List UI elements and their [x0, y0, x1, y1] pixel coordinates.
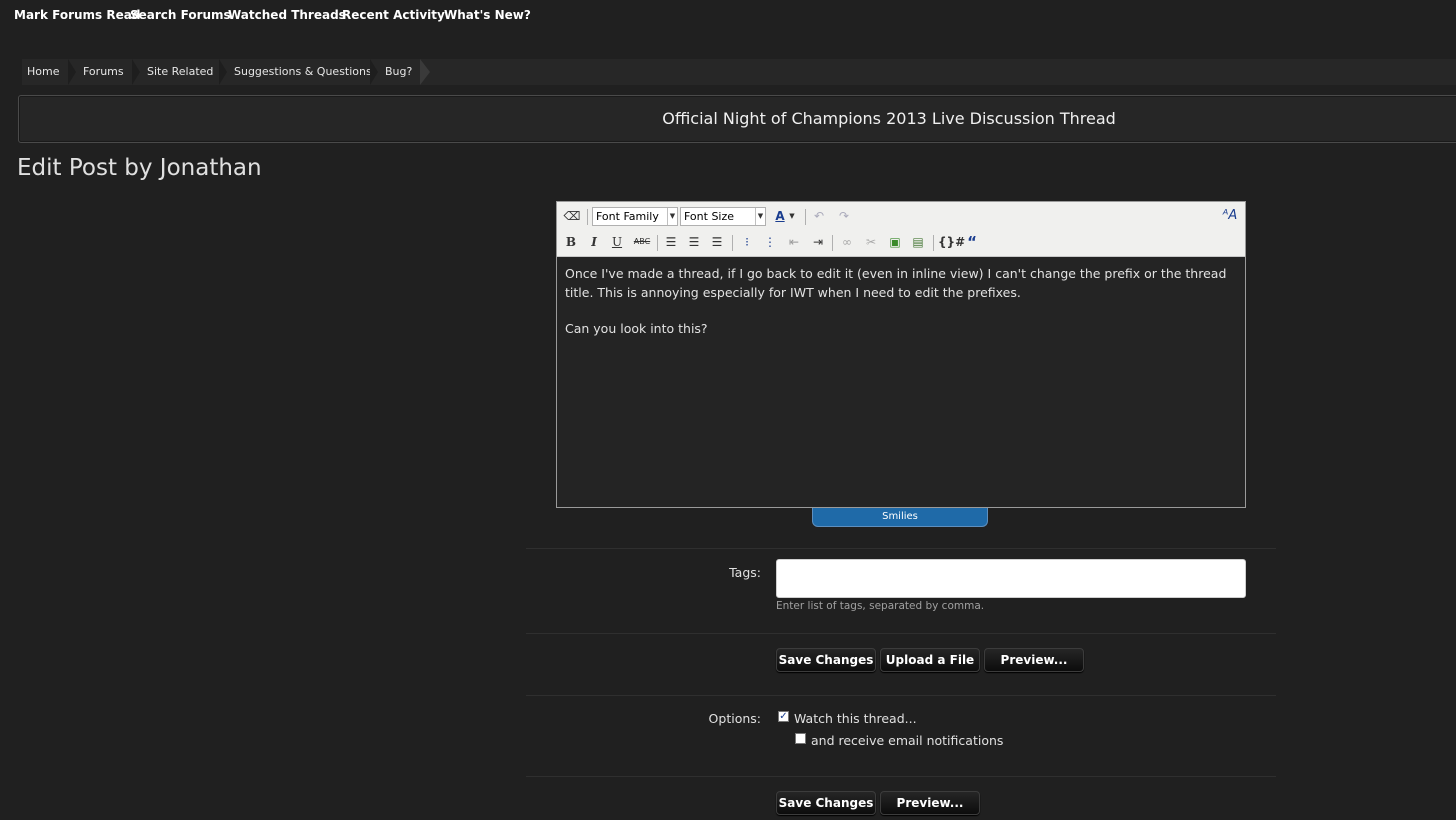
editor-toolbar: ⌫ Font Family ▼ Font Size ▼ A ▼ ↶ ↷ ᴬA B… — [557, 202, 1245, 257]
code-icon[interactable]: {}# — [938, 233, 965, 251]
chevron-down-icon: ▼ — [755, 208, 765, 225]
breadcrumb-forums[interactable]: Forums — [83, 65, 124, 78]
tags-label: Tags: — [729, 565, 761, 580]
align-right-icon[interactable]: ☰ — [708, 233, 726, 251]
font-size-label: Font Size — [684, 210, 735, 223]
thread-banner: Official Night of Champions 2013 Live Di… — [18, 95, 1456, 143]
section-divider — [526, 633, 1276, 634]
upload-file-button[interactable]: Upload a File — [880, 648, 980, 672]
toolbar-separator — [732, 235, 733, 251]
unlink-icon[interactable]: ✂ — [862, 233, 880, 251]
section-divider — [526, 695, 1276, 696]
section-divider — [526, 776, 1276, 777]
post-editor: ⌫ Font Family ▼ Font Size ▼ A ▼ ↶ ↷ ᴬA B… — [556, 201, 1246, 508]
toolbar-separator — [657, 235, 658, 251]
email-notifications-checkbox[interactable] — [795, 733, 806, 744]
breadcrumb-separator — [370, 59, 378, 85]
mark-forums-read-link[interactable]: Mark Forums Read — [14, 8, 140, 22]
switch-editor-mode-icon[interactable]: ᴬA — [1221, 207, 1239, 225]
numbered-list-icon[interactable]: ⋮ — [761, 233, 779, 251]
preview-button-bottom[interactable]: Preview... — [880, 791, 980, 815]
font-family-select[interactable]: Font Family ▼ — [592, 207, 678, 226]
insert-image-icon[interactable]: ▣ — [886, 233, 904, 251]
watch-thread-label: Watch this thread... — [794, 711, 917, 726]
smilies-tab[interactable]: Smilies — [812, 508, 988, 527]
toolbar-separator — [832, 235, 833, 251]
watch-thread-checkbox[interactable]: ✓ — [778, 711, 789, 722]
font-family-label: Font Family — [596, 210, 659, 223]
indent-icon[interactable]: ⇥ — [809, 233, 827, 251]
editor-paragraph: Can you look into this? — [565, 321, 708, 336]
thread-title[interactable]: Official Night of Champions 2013 Live Di… — [19, 109, 1456, 128]
redo-icon[interactable]: ↷ — [835, 207, 853, 225]
text-color-dropdown-icon[interactable]: ▼ — [787, 207, 797, 225]
page-title: Edit Post by Jonathan — [17, 155, 262, 181]
toolbar-separator — [933, 235, 934, 251]
font-size-select[interactable]: Font Size ▼ — [680, 207, 766, 226]
italic-icon[interactable]: I — [585, 233, 603, 251]
breadcrumb-separator — [68, 59, 76, 85]
breadcrumb-bug[interactable]: Bug? — [385, 65, 412, 78]
remove-format-icon[interactable]: ⌫ — [563, 207, 581, 225]
bold-icon[interactable]: B — [562, 233, 580, 251]
toolbar-separator — [805, 209, 806, 225]
breadcrumb-end-arrow — [420, 59, 430, 85]
top-navigation: Mark Forums Read Search Forums Watched T… — [0, 0, 1456, 32]
section-divider — [526, 548, 1276, 549]
link-icon[interactable]: ∞ — [838, 233, 856, 251]
tags-input[interactable] — [776, 559, 1246, 598]
align-center-icon[interactable]: ☰ — [685, 233, 703, 251]
whats-new-link[interactable]: What's New? — [444, 8, 531, 22]
bulleted-list-icon[interactable]: ⁝ — [738, 233, 756, 251]
breadcrumb-site-related[interactable]: Site Related — [147, 65, 213, 78]
underline-icon[interactable]: U — [608, 233, 626, 251]
align-left-icon[interactable]: ☰ — [662, 233, 680, 251]
breadcrumb-separator — [219, 59, 227, 85]
tags-hint: Enter list of tags, separated by comma. — [776, 600, 985, 612]
outdent-icon[interactable]: ⇤ — [785, 233, 803, 251]
editor-paragraph: Once I've made a thread, if I go back to… — [565, 266, 1227, 300]
breadcrumb: Home Forums Site Related Suggestions & Q… — [22, 59, 1456, 85]
breadcrumb-suggestions[interactable]: Suggestions & Questions — [234, 65, 372, 78]
watched-threads-link[interactable]: Watched Threads — [228, 8, 346, 22]
options-label: Options: — [708, 711, 761, 726]
chevron-down-icon: ▼ — [667, 208, 677, 225]
insert-video-icon[interactable]: ▤ — [909, 233, 927, 251]
breadcrumb-separator — [132, 59, 140, 85]
toolbar-separator — [587, 209, 588, 225]
strikethrough-icon[interactable]: ABC — [631, 233, 653, 251]
save-changes-button[interactable]: Save Changes — [776, 648, 876, 672]
undo-icon[interactable]: ↶ — [810, 207, 828, 225]
quote-icon[interactable]: “ — [963, 233, 981, 251]
editor-text-area[interactable]: Once I've made a thread, if I go back to… — [565, 264, 1235, 355]
search-forums-link[interactable]: Search Forums — [130, 8, 231, 22]
recent-activity-link[interactable]: Recent Activity — [342, 8, 445, 22]
email-notifications-label: and receive email notifications — [811, 733, 1004, 748]
preview-button[interactable]: Preview... — [984, 648, 1084, 672]
breadcrumb-home[interactable]: Home — [27, 65, 59, 78]
save-changes-button-bottom[interactable]: Save Changes — [776, 791, 876, 815]
